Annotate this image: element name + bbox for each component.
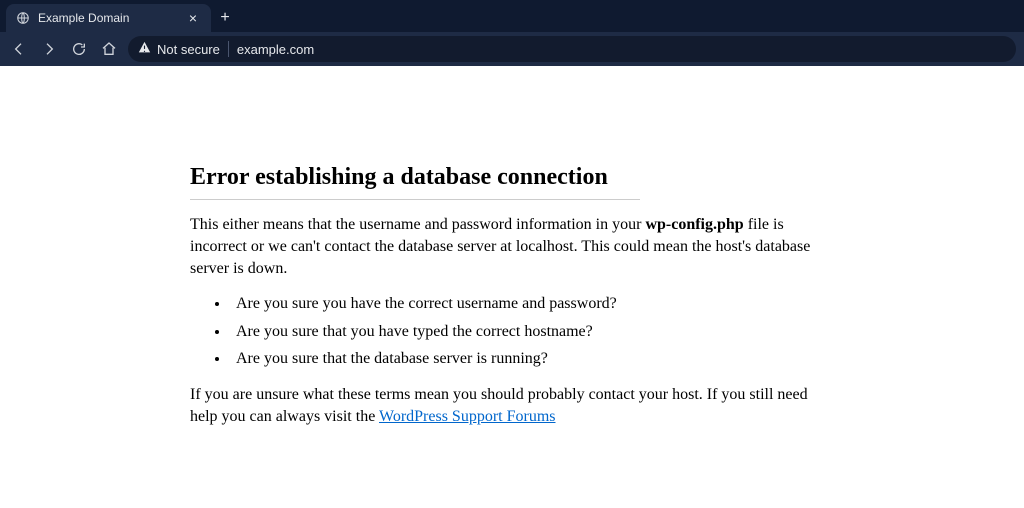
browser-tab[interactable]: Example Domain ×: [6, 4, 211, 32]
list-item: Are you sure you have the correct userna…: [230, 293, 835, 315]
toolbar: Not secure example.com: [0, 32, 1024, 66]
page-viewport: Error establishing a database connection…: [0, 66, 1024, 427]
address-bar[interactable]: Not secure example.com: [128, 36, 1016, 62]
forward-button[interactable]: [38, 38, 60, 60]
browser-chrome: Example Domain × + Not secure example.co…: [0, 0, 1024, 66]
outro-paragraph: If you are unsure what these terms mean …: [190, 384, 835, 427]
security-label: Not secure: [157, 42, 220, 57]
new-tab-button[interactable]: +: [211, 4, 239, 32]
back-button[interactable]: [8, 38, 30, 60]
page-title: Error establishing a database connection: [190, 161, 640, 200]
url-text: example.com: [237, 42, 314, 57]
error-content: Error establishing a database connection…: [190, 161, 835, 427]
warning-icon: [138, 41, 151, 57]
tab-strip: Example Domain × +: [0, 0, 1024, 32]
security-indicator[interactable]: Not secure: [138, 41, 229, 57]
reload-button[interactable]: [68, 38, 90, 60]
globe-icon: [16, 11, 30, 25]
checklist: Are you sure you have the correct userna…: [190, 293, 835, 370]
close-icon[interactable]: ×: [185, 10, 201, 26]
home-button[interactable]: [98, 38, 120, 60]
config-filename: wp-config.php: [645, 216, 743, 233]
intro-paragraph: This either means that the username and …: [190, 214, 835, 279]
tab-title: Example Domain: [38, 11, 185, 25]
list-item: Are you sure that you have typed the cor…: [230, 321, 835, 343]
support-forums-link[interactable]: WordPress Support Forums: [379, 408, 556, 425]
list-item: Are you sure that the database server is…: [230, 348, 835, 370]
